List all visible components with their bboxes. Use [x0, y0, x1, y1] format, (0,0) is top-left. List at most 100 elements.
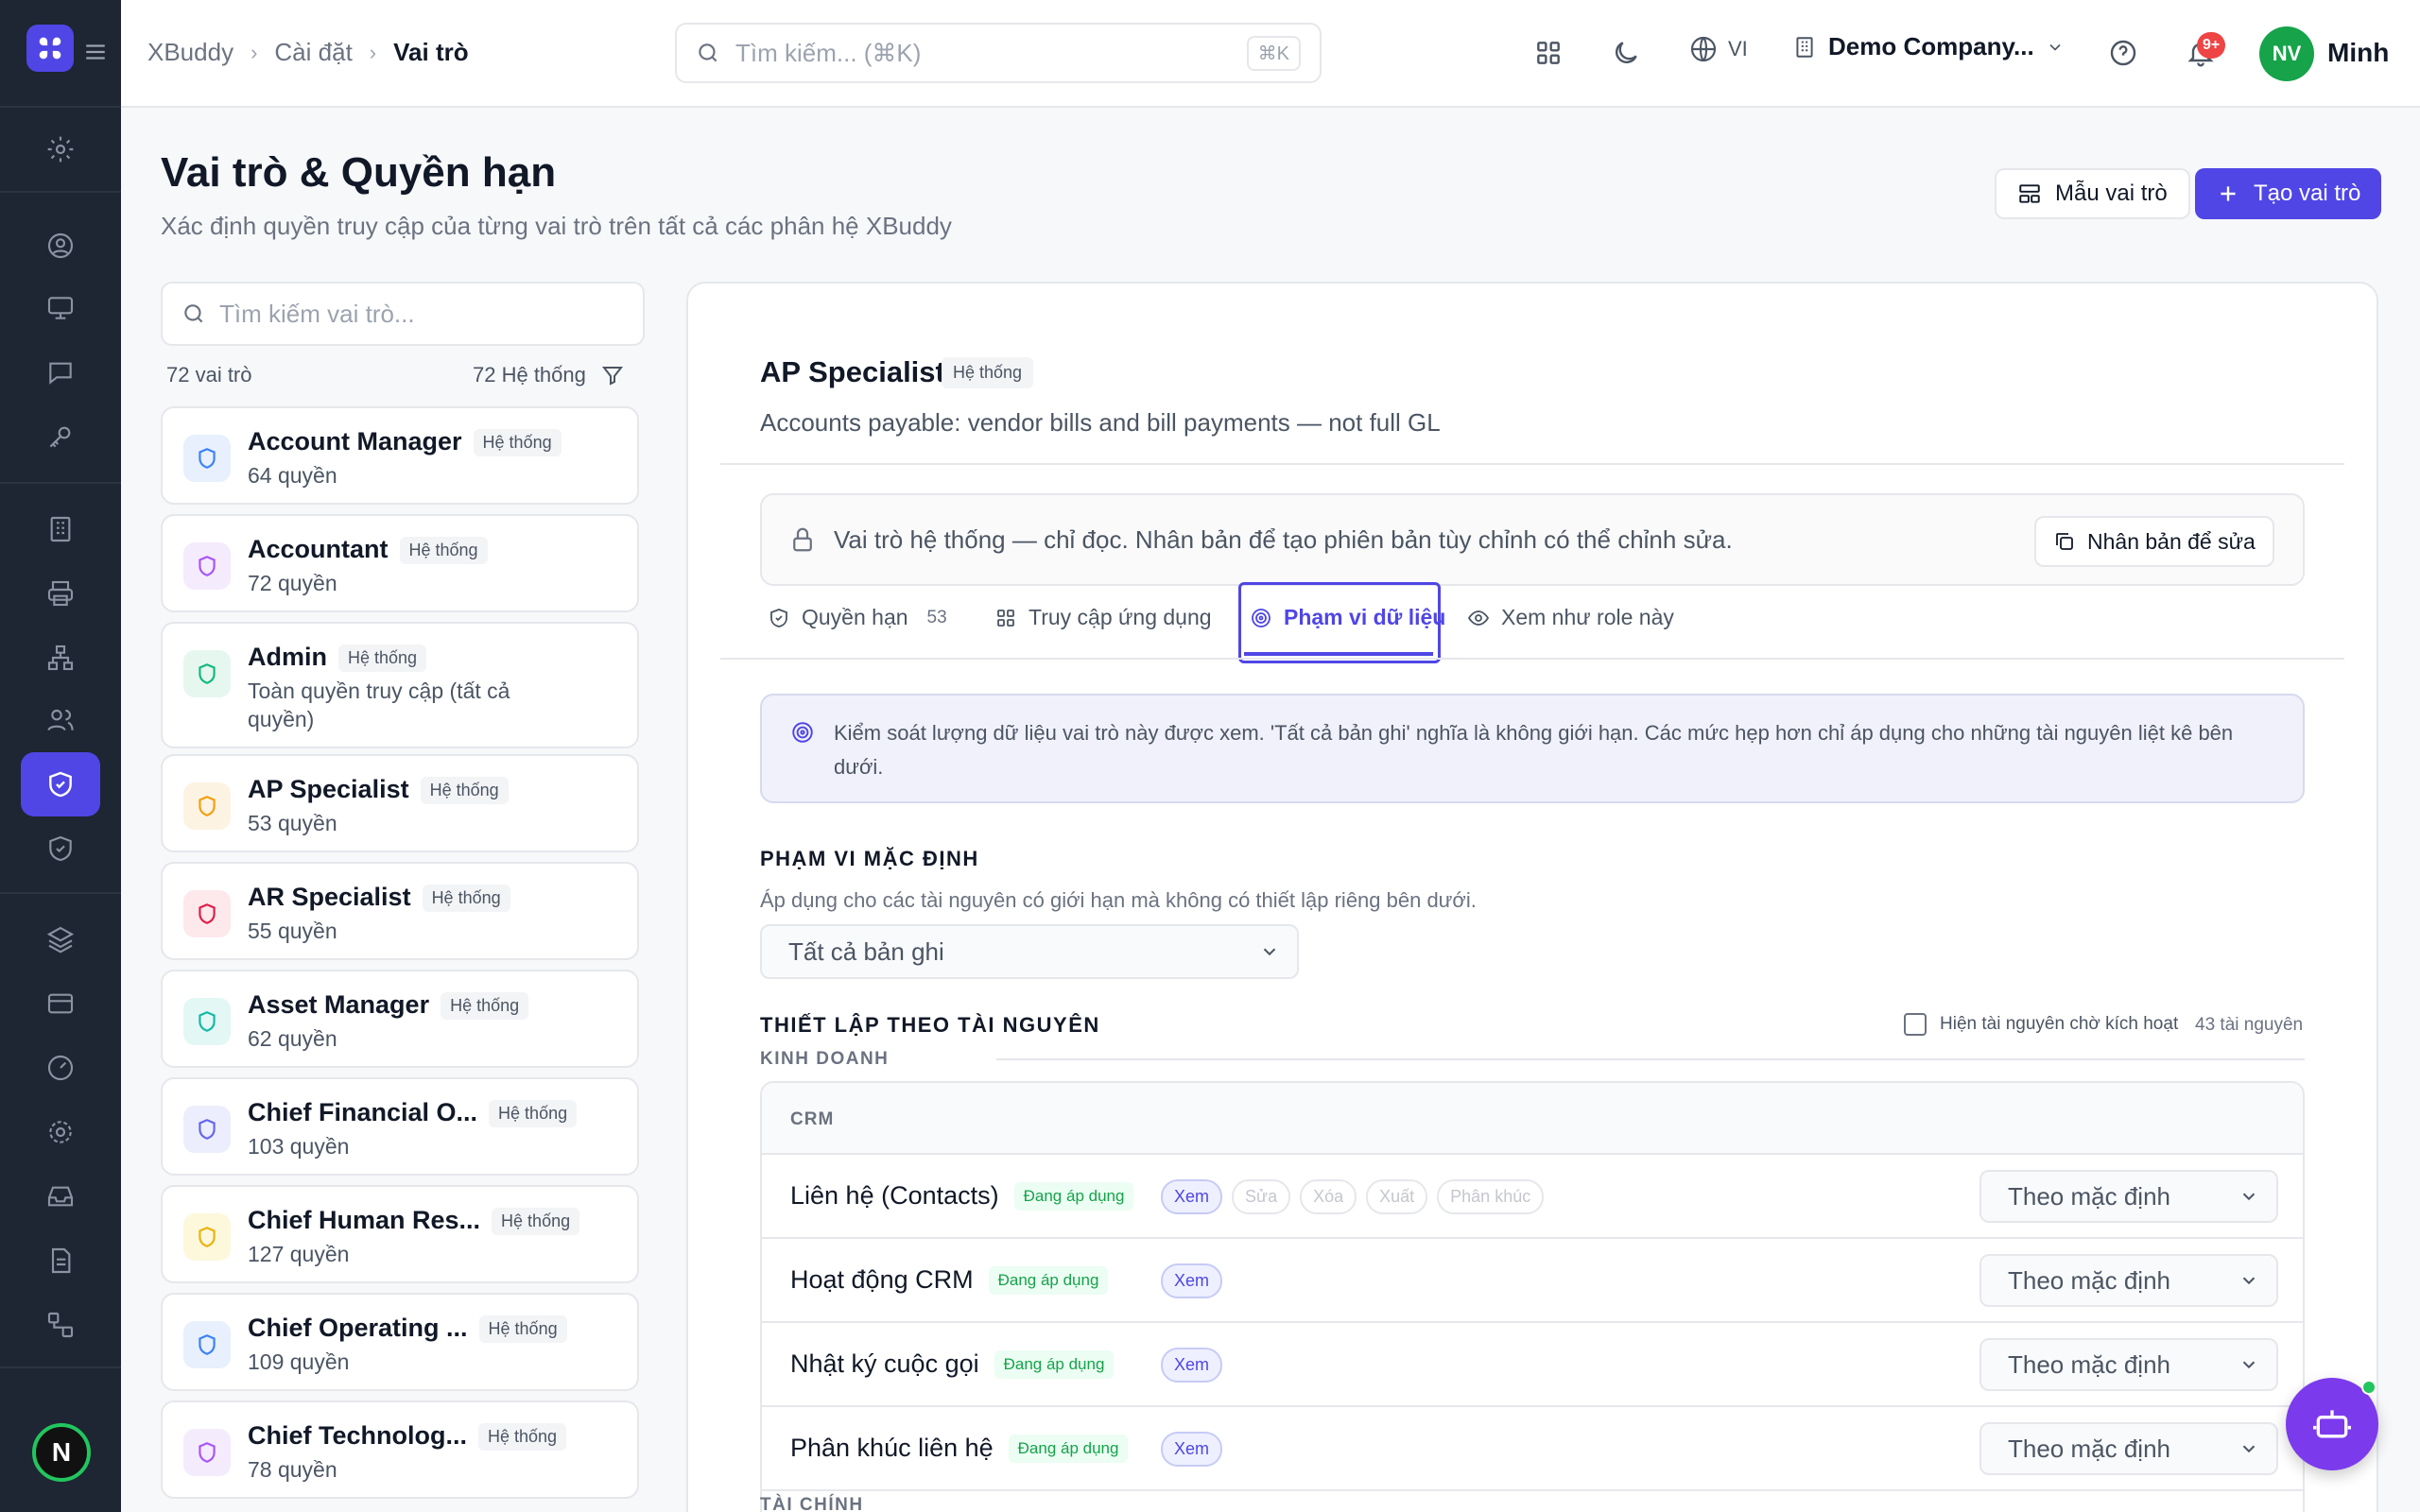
chevron-down-icon [2242, 1193, 2256, 1201]
role-card[interactable]: Chief Operating ... Hệ thống 109 quyền [161, 1293, 639, 1391]
apps-grid-icon[interactable] [1530, 34, 1567, 72]
resource-scope-select[interactable]: Theo mặc định [1979, 1338, 2278, 1391]
role-title: AP Specialist [760, 355, 945, 388]
permission-chip: Sửa [1232, 1179, 1291, 1214]
role-description: Accounts payable: vendor bills and bill … [760, 408, 1441, 437]
sidebar-printer-icon[interactable] [42, 575, 79, 612]
user-avatar[interactable]: NV [2259, 26, 2314, 81]
role-card[interactable]: Chief Technolog... Hệ thống 78 quyền [161, 1400, 639, 1499]
system-badge: Hệ thống [473, 429, 562, 457]
tab-permissions[interactable]: Quyền hạn 53 [768, 605, 947, 630]
tabs-divider [720, 658, 2344, 660]
sidebar-shield-check-icon[interactable] [42, 830, 79, 868]
resource-scope-select[interactable]: Theo mặc định [1979, 1170, 2278, 1223]
shield-icon [183, 435, 231, 482]
role-card[interactable]: Chief Human Res... Hệ thống 127 quyền [161, 1185, 639, 1283]
clone-to-edit-button[interactable]: Nhân bản để sửa [2034, 516, 2274, 567]
sidebar-card-icon[interactable] [42, 985, 79, 1022]
help-icon[interactable] [2104, 34, 2142, 72]
global-search-input[interactable]: Tìm kiếm... (⌘K) ⌘K [675, 23, 1322, 83]
role-name: Chief Financial O... Hệ thống [248, 1098, 578, 1128]
bot-icon [2313, 1410, 2351, 1438]
role-permission-count: 78 quyền [248, 1457, 337, 1482]
globe-icon [1690, 36, 1717, 62]
shield-icon [183, 782, 231, 830]
role-card[interactable]: AP Specialist Hệ thống 53 quyền [161, 754, 639, 852]
permission-chip: Xem [1161, 1179, 1223, 1214]
sidebar-user-avatar[interactable]: N [32, 1423, 91, 1482]
system-badge: Hệ thống [489, 1100, 578, 1128]
resource-scope-select[interactable]: Theo mặc định [1979, 1254, 2278, 1307]
sidebar-shield-icon[interactable] [42, 765, 79, 803]
role-card[interactable]: AR Specialist Hệ thống 55 quyền [161, 862, 639, 960]
sidebar-workflow-icon[interactable] [42, 1306, 79, 1344]
role-card[interactable]: Chief Financial O... Hệ thống 103 quyền [161, 1077, 639, 1176]
group-label-finance: TÀI CHÍNH [760, 1495, 864, 1512]
sidebar-gear-icon[interactable] [42, 1113, 79, 1151]
sidebar-chat-icon[interactable] [42, 353, 79, 391]
role-permission-count: 64 quyền [248, 463, 337, 488]
system-badge: Hệ thống [492, 1208, 580, 1236]
applied-badge: Đang áp dụng [988, 1265, 1109, 1295]
sidebar-document-icon[interactable] [42, 1242, 79, 1280]
app-logo-icon[interactable] [26, 25, 74, 72]
filter-icon[interactable] [601, 364, 624, 387]
system-badge: Hệ thống [338, 644, 427, 673]
resource-scope-select[interactable]: Theo mặc định [1979, 1422, 2278, 1475]
breadcrumb-settings[interactable]: Cài đặt [274, 38, 352, 67]
divider [720, 463, 2344, 465]
show-pending-checkbox[interactable]: Hiện tài nguyên chờ kích hoạt [1904, 1013, 2178, 1036]
role-permission-count: 109 quyền [248, 1349, 350, 1374]
role-card[interactable]: Asset Manager Hệ thống 62 quyền [161, 970, 639, 1068]
default-scope-description: Áp dụng cho các tài nguyên có giới hạn m… [760, 888, 1477, 912]
tab-data-scope[interactable]: Phạm vi dữ liệu [1250, 605, 1445, 630]
sidebar-org-chart-icon[interactable] [42, 639, 79, 677]
group-label-business: KINH DOANH [760, 1049, 890, 1069]
search-shortcut: ⌘K [1246, 35, 1301, 71]
breadcrumb-current: Vai trò [393, 38, 469, 66]
target-icon [792, 722, 813, 743]
table-row: Hoạt động CRM Đang áp dụng Xem Theo mặc địn… [762, 1239, 2303, 1323]
sidebar-monitor-icon[interactable] [42, 289, 79, 327]
sidebar-building-icon[interactable] [42, 510, 79, 548]
dark-mode-icon[interactable] [1607, 34, 1645, 72]
role-search-input[interactable]: Tìm kiếm vai trò... [161, 282, 645, 346]
system-badge: Hệ thống [399, 537, 488, 565]
role-permission-count: 55 quyền [248, 919, 337, 943]
company-switcher[interactable]: Demo Company... [1792, 32, 2065, 61]
sidebar-key-icon[interactable] [42, 418, 79, 455]
create-role-button[interactable]: Tạo vai trò [2195, 168, 2382, 219]
shield-icon [183, 998, 231, 1045]
chevron-right-icon: › [251, 40, 258, 64]
sidebar-user-icon[interactable] [42, 227, 79, 265]
sidebar-inbox-icon[interactable] [42, 1177, 79, 1215]
copy-icon [2056, 533, 2073, 550]
breadcrumb-home[interactable]: XBuddy [147, 38, 233, 67]
role-card[interactable]: Admin Hệ thống Toàn quyền truy cập (tất cả… [161, 622, 639, 748]
role-card[interactable]: Accountant Hệ thống 72 quyền [161, 514, 639, 612]
sidebar-layers-icon[interactable] [42, 920, 79, 958]
default-scope-select[interactable]: Tất cả bản ghi [760, 924, 1299, 979]
readonly-notice: Vai trò hệ thống — chỉ đọc. Nhân bản để … [760, 493, 2305, 586]
shield-icon [183, 1321, 231, 1368]
chevron-down-icon [2242, 1361, 2256, 1369]
notification-badge: 9+ [2197, 32, 2226, 59]
tab-app-access[interactable]: Truy cập ứng dụng [994, 605, 1212, 630]
resource-count: 43 tài nguyên [2195, 1015, 2304, 1035]
role-templates-button[interactable]: Mẫu vai trò [1995, 168, 2190, 219]
role-card[interactable]: Account Manager Hệ thống 64 quyền [161, 406, 639, 505]
sidebar-settings-icon[interactable] [42, 130, 79, 168]
per-resource-title: THIẾT LẬP THEO TÀI NGUYÊN [760, 1013, 1100, 1037]
checkbox[interactable] [1904, 1013, 1927, 1036]
menu-toggle-icon[interactable] [83, 40, 108, 69]
user-name[interactable]: Minh [2327, 38, 2389, 68]
role-permission-count: 103 quyền [248, 1134, 350, 1159]
system-badge: Hệ thống [942, 357, 1034, 388]
tab-view-as-role[interactable]: Xem như role này [1467, 605, 1674, 630]
page-subtitle: Xác định quyền truy cập của từng vai trò… [161, 212, 952, 240]
language-switcher[interactable]: VI [1688, 34, 1748, 64]
sidebar-gauge-icon[interactable] [42, 1049, 79, 1087]
sidebar-users-icon[interactable] [42, 701, 79, 739]
resource-table: CRM Liên hệ (Contacts) Đang áp dụng Xem Sửa… [760, 1081, 2305, 1512]
permission-chip: Xem [1161, 1348, 1223, 1383]
